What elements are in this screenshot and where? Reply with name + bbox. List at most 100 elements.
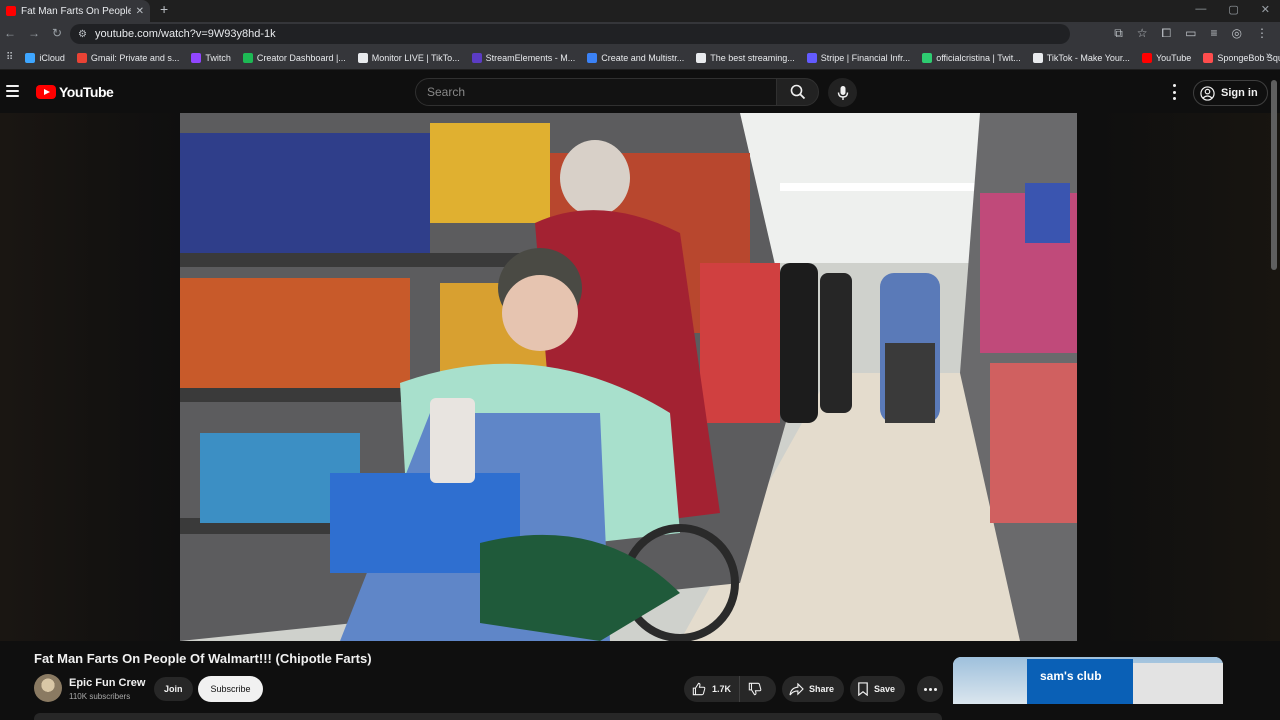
bookmark-favicon-icon xyxy=(922,52,933,63)
bookmark-item[interactable]: Create and Multistr... xyxy=(587,52,685,63)
video-player[interactable] xyxy=(180,113,1077,641)
close-window-icon[interactable]: ✕ xyxy=(1261,3,1270,16)
bookmark-favicon-icon xyxy=(191,52,202,63)
thumbs-up-icon xyxy=(692,682,706,696)
save-button[interactable]: Save xyxy=(850,676,906,702)
search-input[interactable] xyxy=(427,85,776,99)
browser-tab[interactable]: Fat Man Farts On People Of ✕ xyxy=(0,0,150,22)
share-button[interactable]: Share xyxy=(782,676,845,702)
ad-logo: sam's club xyxy=(1040,669,1102,683)
like-dislike-group: 1.7K xyxy=(684,676,776,702)
save-bookmark-icon xyxy=(858,682,868,696)
bookmark-favicon-icon xyxy=(471,52,482,63)
bookmark-item[interactable]: Creator Dashboard |... xyxy=(242,52,346,63)
like-button[interactable]: 1.7K xyxy=(684,676,741,702)
description-box[interactable] xyxy=(34,713,942,720)
bookmark-favicon-icon xyxy=(1032,52,1043,63)
bookmark-favicon-icon xyxy=(696,52,707,63)
share-arrow-icon xyxy=(789,682,804,695)
browser-tabstrip: Fat Man Farts On People Of ✕ + — ▢ ✕ xyxy=(0,0,1280,22)
install-app-icon[interactable]: ⧉ xyxy=(1114,26,1123,41)
page-scrollbar[interactable] xyxy=(1271,80,1277,270)
ad-info-band xyxy=(953,704,1223,720)
window-controls: — ▢ ✕ xyxy=(1195,3,1270,16)
video-title: Fat Man Farts On People Of Walmart!!! (C… xyxy=(34,651,372,666)
youtube-wordmark: YouTube xyxy=(59,84,114,100)
search-button[interactable] xyxy=(776,78,819,106)
bookmark-label: Create and Multistr... xyxy=(601,52,685,63)
bookmark-favicon-icon xyxy=(1141,52,1152,63)
bookmark-item[interactable]: Stripe | Financial Infr... xyxy=(806,52,910,63)
channel-avatar[interactable] xyxy=(34,674,62,702)
sign-in-button[interactable]: Sign in xyxy=(1193,80,1268,106)
youtube-play-icon xyxy=(36,85,56,99)
nav-buttons: ← → ↻ xyxy=(4,26,62,40)
bookmark-label: TikTok - Make Your... xyxy=(1046,52,1130,63)
browser-menu-icon[interactable]: ⋮ xyxy=(1256,26,1268,41)
profile-icon[interactable]: ◎ xyxy=(1232,26,1242,41)
hamburger-menu-icon[interactable] xyxy=(6,85,19,97)
maximize-icon[interactable]: ▢ xyxy=(1228,3,1238,16)
microphone-icon xyxy=(837,85,848,100)
bookmark-item[interactable]: StreamElements - M... xyxy=(471,52,576,63)
account-icon xyxy=(1200,85,1215,101)
bookmark-item[interactable]: Monitor LIVE | TikTo... xyxy=(357,52,460,63)
bookmark-star-icon[interactable]: ☆ xyxy=(1137,26,1148,41)
toolbar-actions: ⧉ ☆ ⧠ ▭ ≡ ◎ ⋮ xyxy=(1114,26,1268,41)
channel-name[interactable]: Epic Fun Crew xyxy=(69,677,145,689)
bookmarks-bar: ⠿ iCloud Gmail: Private and s... Twitch Cre… xyxy=(0,46,1280,70)
cast-icon[interactable]: ▭ xyxy=(1185,26,1196,41)
browser-toolbar: ← → ↻ ⚙ youtube.com/watch?v=9W93y8hd-1k … xyxy=(0,22,1280,46)
bookmark-item[interactable]: Twitch xyxy=(191,52,231,63)
bookmark-label: The best streaming... xyxy=(710,52,795,63)
tab-title: Fat Man Farts On People Of xyxy=(21,5,131,17)
like-count: 1.7K xyxy=(712,684,732,694)
bookmark-favicon-icon xyxy=(806,52,817,63)
share-label: Share xyxy=(809,684,835,694)
bookmark-item[interactable]: YouTube xyxy=(1141,52,1192,63)
save-label: Save xyxy=(874,684,896,694)
bookmark-label: StreamElements - M... xyxy=(485,52,576,63)
bookmark-item[interactable]: The best streaming... xyxy=(696,52,795,63)
dislike-button[interactable] xyxy=(740,676,770,702)
forward-icon[interactable]: → xyxy=(28,26,40,40)
bookmark-favicon-icon xyxy=(25,52,36,63)
thumbs-down-icon xyxy=(748,682,762,696)
voice-search-button[interactable] xyxy=(828,78,857,107)
reload-icon[interactable]: ↻ xyxy=(52,26,62,40)
bookmark-favicon-icon xyxy=(242,52,253,63)
video-frame xyxy=(180,113,1077,641)
youtube-favicon-icon xyxy=(6,6,16,16)
sign-in-label: Sign in xyxy=(1221,87,1258,99)
back-icon[interactable]: ← xyxy=(4,26,16,40)
bookmark-item[interactable]: TikTok - Make Your... xyxy=(1032,52,1130,63)
apps-icon[interactable]: ⠿ xyxy=(6,52,13,63)
bookmark-item[interactable]: officialcristina | Twit... xyxy=(922,52,1021,63)
address-bar[interactable]: ⚙ youtube.com/watch?v=9W93y8hd-1k xyxy=(70,24,1070,44)
bookmark-favicon-icon xyxy=(1203,52,1214,63)
more-actions-button[interactable] xyxy=(917,676,943,702)
sidebar-ad-card[interactable]: sam's club xyxy=(953,657,1223,720)
bookmark-favicon-icon xyxy=(357,52,368,63)
youtube-header: YouTube Sign in xyxy=(0,71,1280,113)
site-info-icon[interactable]: ⚙ xyxy=(78,29,87,40)
bookmark-favicon-icon xyxy=(587,52,598,63)
bookmark-label: YouTube xyxy=(1155,52,1192,63)
bookmark-label: Twitch xyxy=(205,52,231,63)
minimize-icon[interactable]: — xyxy=(1195,3,1206,16)
ad-image-building-side xyxy=(1133,663,1223,704)
youtube-logo[interactable]: YouTube xyxy=(36,84,114,100)
bookmark-item[interactable]: iCloud xyxy=(25,52,65,63)
join-button[interactable]: Join xyxy=(154,677,193,701)
more-bookmarks-icon[interactable]: » xyxy=(1266,50,1272,62)
settings-kebab-icon[interactable] xyxy=(1168,84,1180,100)
extensions-icon[interactable]: ⧠ xyxy=(1162,26,1172,41)
tab-close-icon[interactable]: ✕ xyxy=(136,6,144,17)
bookmark-label: officialcristina | Twit... xyxy=(936,52,1021,63)
bookmark-label: Monitor LIVE | TikTo... xyxy=(371,52,460,63)
subscribe-button[interactable]: Subscribe xyxy=(198,676,263,702)
new-tab-button[interactable]: + xyxy=(160,1,168,17)
media-controls-icon[interactable]: ≡ xyxy=(1211,26,1218,41)
bookmark-item[interactable]: Gmail: Private and s... xyxy=(76,52,180,63)
bookmark-label: Gmail: Private and s... xyxy=(90,52,180,63)
